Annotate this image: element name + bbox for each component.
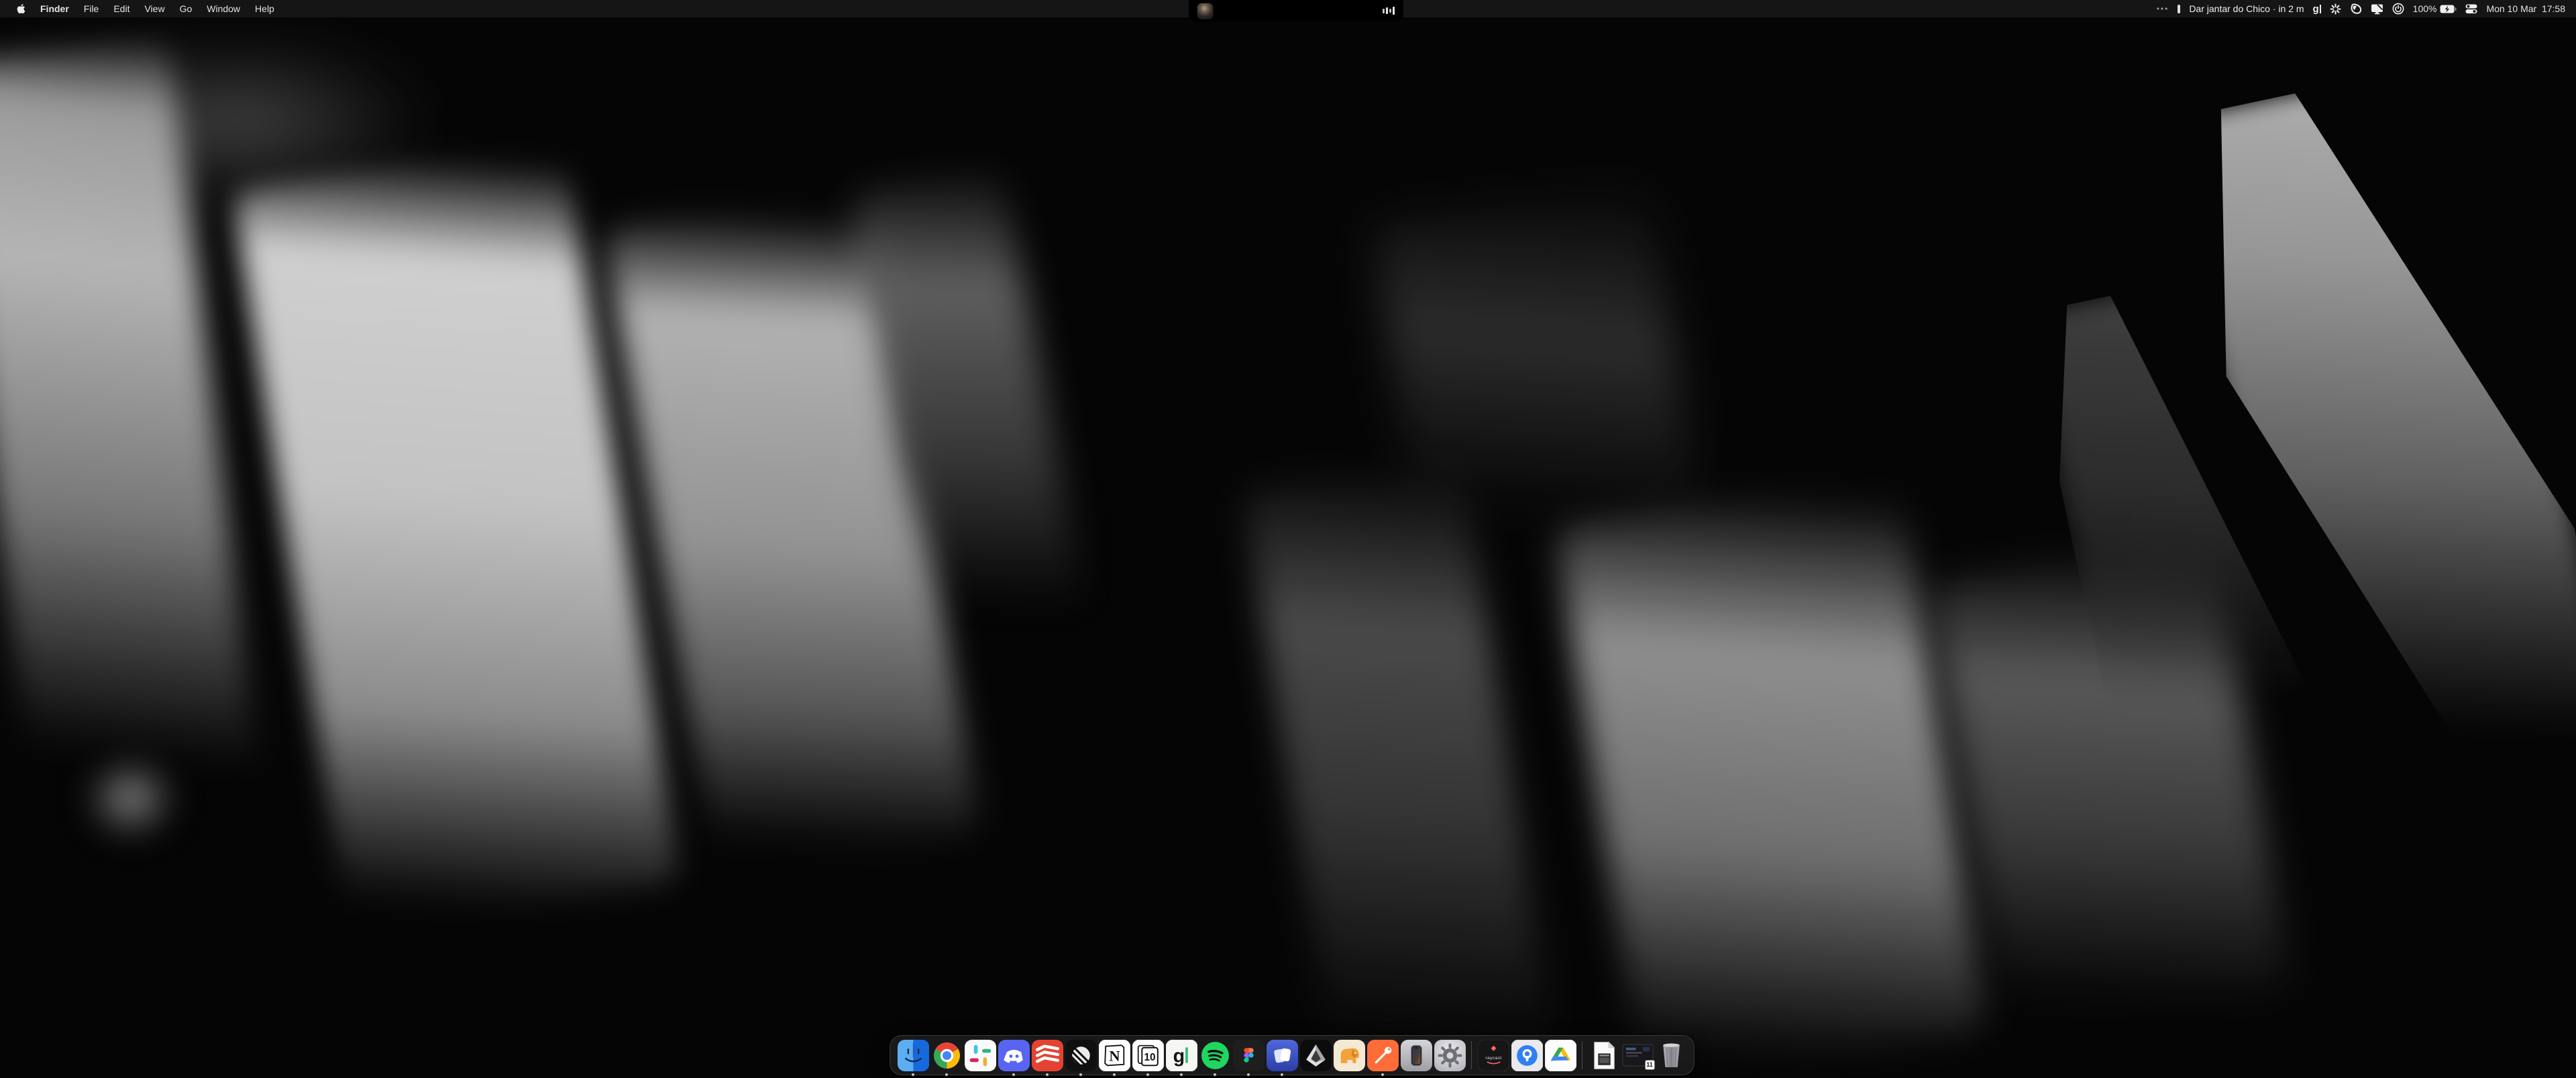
raycast-icon: raycast xyxy=(1478,1040,1509,1071)
menu-item-finder[interactable]: Finder xyxy=(33,0,76,17)
menu-item-window[interactable]: Window xyxy=(199,0,248,17)
apple-logo-icon xyxy=(17,3,25,14)
wallpaper-light-spot xyxy=(67,745,195,852)
dock-item-screenshot-stack[interactable]: 11 xyxy=(1622,1040,1654,1071)
granola-caret xyxy=(2320,5,2321,13)
apple-menu[interactable] xyxy=(9,0,33,17)
elephant-app-icon xyxy=(1334,1040,1365,1071)
menu-label: Window xyxy=(207,3,240,14)
dock: N 10 g xyxy=(890,1035,1695,1075)
dock-item-finder[interactable] xyxy=(898,1040,929,1071)
menu-bar-clock[interactable]: Mon 10 Mar 17:58 xyxy=(2486,3,2565,14)
now-playing-album-art[interactable] xyxy=(1197,3,1213,19)
svg-text:g: g xyxy=(1173,1045,1184,1067)
dock-item-slack[interactable] xyxy=(965,1040,996,1071)
dock-item-3d-cube-app[interactable] xyxy=(1300,1040,1332,1071)
dock-item-linear[interactable] xyxy=(1065,1040,1097,1071)
finder-icon xyxy=(898,1040,929,1071)
menu-item-go[interactable]: Go xyxy=(172,0,200,17)
spotify-icon xyxy=(1199,1040,1231,1071)
menu-label: Go xyxy=(180,3,193,14)
system-settings-icon xyxy=(1434,1040,1466,1071)
battery-status[interactable]: 100% xyxy=(2413,3,2457,14)
cube-3d-app-icon xyxy=(1300,1040,1332,1071)
svg-text:raycast: raycast xyxy=(1485,1056,1501,1061)
notion-icon: N xyxy=(1099,1040,1130,1071)
dock-item-iphone-mirroring[interactable] xyxy=(1401,1040,1432,1071)
granola-menu-icon[interactable]: g xyxy=(2313,3,2321,15)
notch-media-island[interactable] xyxy=(1189,0,1403,21)
flower-asterisk-icon[interactable] xyxy=(2330,3,2341,15)
todoist-icon xyxy=(1032,1040,1063,1071)
control-center-icon[interactable] xyxy=(2465,4,2477,14)
menu-label: View xyxy=(144,3,164,14)
pick-icon[interactable] xyxy=(2350,3,2362,15)
granola-icon: g xyxy=(1166,1040,1197,1071)
slack-icon xyxy=(965,1040,996,1071)
menu-item-file[interactable]: File xyxy=(76,0,107,17)
dock-item-discord[interactable] xyxy=(998,1040,1030,1071)
dock-item-system-settings[interactable] xyxy=(1434,1040,1466,1071)
dock-separator xyxy=(1471,1041,1472,1069)
svg-text:N: N xyxy=(1109,1047,1120,1064)
focus-bar-icon[interactable] xyxy=(2178,5,2180,13)
menu-label: Edit xyxy=(113,3,129,14)
figma-icon xyxy=(1233,1040,1265,1071)
granola-glyph: g xyxy=(2313,3,2319,15)
menu-bar-status: ••• Dar jantar do Chico · in 2 m g 100% xyxy=(2157,0,2576,17)
menu-label: File xyxy=(84,3,99,14)
menu-label: Finder xyxy=(40,3,69,14)
reminder-status-text[interactable]: Dar jantar do Chico · in 2 m xyxy=(2189,3,2304,14)
dock-item-figma[interactable] xyxy=(1233,1040,1265,1071)
dock-item-chrome[interactable] xyxy=(931,1040,963,1071)
notion-calendar-icon: 10 xyxy=(1132,1040,1164,1071)
dock-item-raycast[interactable]: raycast xyxy=(1478,1040,1509,1071)
dock-item-spotify[interactable] xyxy=(1199,1040,1231,1071)
battery-percent-text: 100% xyxy=(2413,3,2437,14)
dock-item-granola[interactable]: g xyxy=(1166,1040,1197,1071)
trash-icon xyxy=(1656,1040,1687,1071)
menu-item-edit[interactable]: Edit xyxy=(106,0,137,17)
dock-item-google-drive[interactable] xyxy=(1545,1040,1576,1071)
dock-item-postman[interactable] xyxy=(1367,1040,1399,1071)
dock-item-blue-windows-app[interactable] xyxy=(1267,1040,1298,1071)
audio-visualizer-icon xyxy=(1383,6,1395,15)
power-circle-icon[interactable] xyxy=(2392,3,2404,15)
wallpaper-blade xyxy=(1554,472,1987,1078)
menu-item-help[interactable]: Help xyxy=(248,0,282,17)
chrome-icon xyxy=(931,1040,963,1071)
iphone-mirroring-icon xyxy=(1401,1040,1432,1071)
discord-icon xyxy=(998,1040,1030,1071)
dock-item-trash[interactable] xyxy=(1656,1040,1687,1071)
dock-item-document-file[interactable] xyxy=(1589,1040,1620,1071)
desktop-wallpaper xyxy=(0,0,2576,1078)
dock-item-1password[interactable] xyxy=(1511,1040,1543,1071)
blue-windows-app-icon xyxy=(1267,1040,1298,1071)
dock-item-elephant-app[interactable] xyxy=(1334,1040,1365,1071)
dock-item-todoist[interactable] xyxy=(1032,1040,1063,1071)
svg-text:10: 10 xyxy=(1144,1052,1155,1063)
menu-item-view[interactable]: View xyxy=(137,0,172,17)
dock-item-notion-calendar[interactable]: 10 xyxy=(1132,1040,1164,1071)
display-annotate-icon[interactable] xyxy=(2371,3,2383,15)
onepassword-icon xyxy=(1511,1040,1543,1071)
google-drive-icon xyxy=(1545,1040,1576,1071)
desktop: Finder File Edit View Go Window Help •••… xyxy=(0,0,2576,1078)
document-file-icon xyxy=(1589,1040,1620,1071)
status-overflow-icon[interactable]: ••• xyxy=(2157,4,2169,13)
postman-icon xyxy=(1367,1040,1399,1071)
dock-item-notion[interactable]: N xyxy=(1099,1040,1130,1071)
battery-charging-icon xyxy=(2440,5,2457,13)
menu-bar-left: Finder File Edit View Go Window Help xyxy=(0,0,282,17)
stack-file-badge: 11 xyxy=(1645,1060,1655,1070)
linear-icon xyxy=(1065,1040,1097,1071)
menu-label: Help xyxy=(255,3,274,14)
